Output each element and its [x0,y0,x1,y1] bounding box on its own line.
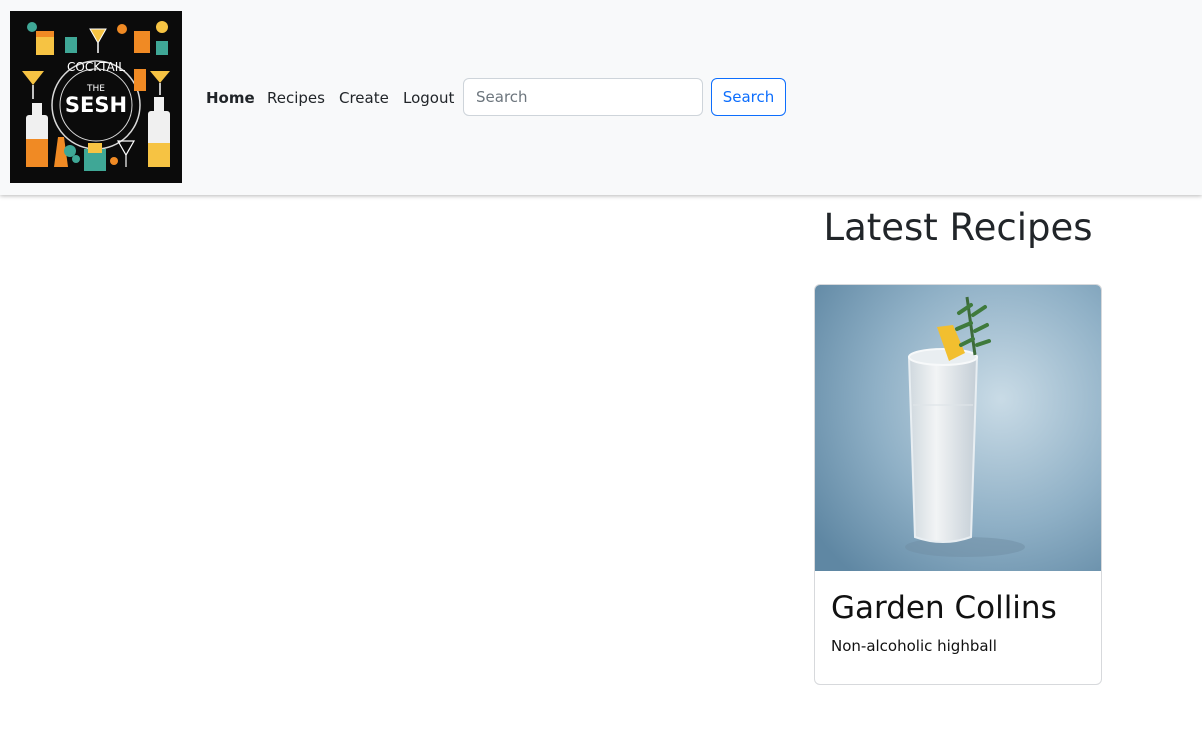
nav-link-recipes[interactable]: Recipes [267,87,325,109]
recipe-description: Non-alcoholic highball [831,637,997,655]
cocktail-sesh-logo[interactable]: COCKTAIL THE SESH [10,11,182,183]
recipe-image[interactable] [815,285,1101,571]
search-input[interactable]: Search [463,78,703,116]
nav-link-home[interactable]: Home [206,87,255,109]
recipe-title[interactable]: Garden Collins [831,588,1057,628]
nav-link-create[interactable]: Create [339,87,389,109]
navbar: COCKTAIL THE SESH Home Recipes Create Lo… [0,0,1202,195]
logo-artwork: COCKTAIL THE SESH [10,11,182,183]
logo-name-text: SESH [65,93,127,117]
nav-link-logout[interactable]: Logout [403,87,454,109]
logo-top-text: COCKTAIL [67,60,125,74]
search-button[interactable]: Search [711,78,786,116]
section-title: Latest Recipes [823,206,1093,249]
recipe-card[interactable]: Garden Collins Non-alcoholic highball [814,284,1102,685]
garden-collins-photo [815,285,1101,571]
